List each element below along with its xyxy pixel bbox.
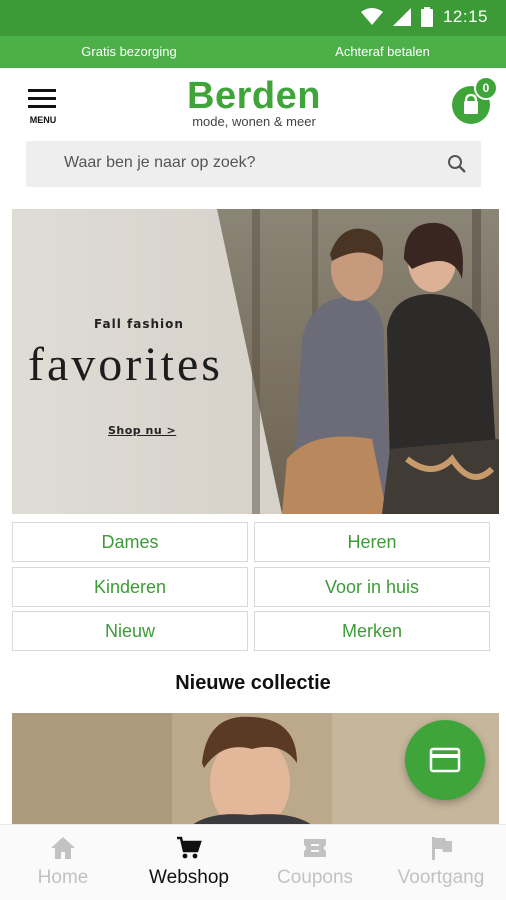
nav-webshop[interactable]: Webshop <box>126 825 252 900</box>
category-dames-button[interactable]: Dames <box>12 522 248 562</box>
nav-coupons[interactable]: Coupons <box>252 825 378 900</box>
category-merken-button[interactable]: Merken <box>254 611 490 651</box>
status-time: 12:15 <box>442 7 488 26</box>
category-nieuw-button[interactable]: Nieuw <box>12 611 248 651</box>
nav-voortgang-label: Voortgang <box>397 867 485 888</box>
nav-coupons-label: Coupons <box>276 867 354 888</box>
menu-button[interactable]: MENU <box>26 88 60 128</box>
logo-wordmark: Berden <box>187 75 321 117</box>
category-kinderen-button[interactable]: Kinderen <box>12 567 248 607</box>
wifi-icon <box>360 8 383 25</box>
cart-count-badge: 0 <box>474 76 498 100</box>
nav-home[interactable]: Home <box>0 825 126 900</box>
hero-headline: favorites <box>28 338 223 391</box>
nav-webshop-label: Webshop <box>149 867 229 888</box>
category-heren-button[interactable]: Heren <box>254 522 490 562</box>
logo[interactable]: Berden mode, wonen & meer <box>178 76 330 129</box>
home-icon <box>51 837 75 859</box>
menu-label: MENU <box>29 115 57 125</box>
promo-free-shipping: Gratis bezorging <box>81 44 177 59</box>
signal-icon <box>392 8 411 26</box>
status-bar: 12:15 <box>0 0 506 36</box>
nav-home-label: Home <box>37 867 89 888</box>
flag-icon <box>432 837 452 860</box>
search-input[interactable]: Waar ben je naar op zoek? <box>26 141 481 187</box>
bottom-navigation: Home Webshop Coupons Voortgang <box>0 824 506 900</box>
hero-banner[interactable]: Fall fashion favorites Shop nu > <box>12 209 499 514</box>
app-header: MENU Berden mode, wonen & meer <box>0 68 506 140</box>
logo-tagline: mode, wonen & meer <box>192 114 316 129</box>
section-title: Nieuwe collectie <box>175 672 331 694</box>
card-icon <box>429 747 461 773</box>
menu-icon-line <box>28 105 56 108</box>
cart-icon <box>177 836 202 859</box>
promo-bar: Gratis bezorging Achteraf betalen <box>0 36 506 68</box>
menu-icon-line <box>28 97 56 100</box>
hero-shop-now-link[interactable]: Shop nu > <box>108 424 176 437</box>
search-placeholder: Waar ben je naar op zoek? <box>64 154 256 171</box>
status-icons: 12:15 <box>360 7 488 27</box>
hero-kicker: Fall fashion <box>94 317 184 331</box>
menu-icon <box>28 89 56 92</box>
search-icon[interactable] <box>447 154 467 174</box>
ticket-icon <box>304 839 326 857</box>
battery-icon <box>420 7 433 27</box>
card-fab-button[interactable] <box>405 720 485 800</box>
promo-pay-later: Achteraf betalen <box>335 44 430 59</box>
category-voor-in-huis-button[interactable]: Voor in huis <box>254 567 490 607</box>
nav-voortgang[interactable]: Voortgang <box>378 825 504 900</box>
